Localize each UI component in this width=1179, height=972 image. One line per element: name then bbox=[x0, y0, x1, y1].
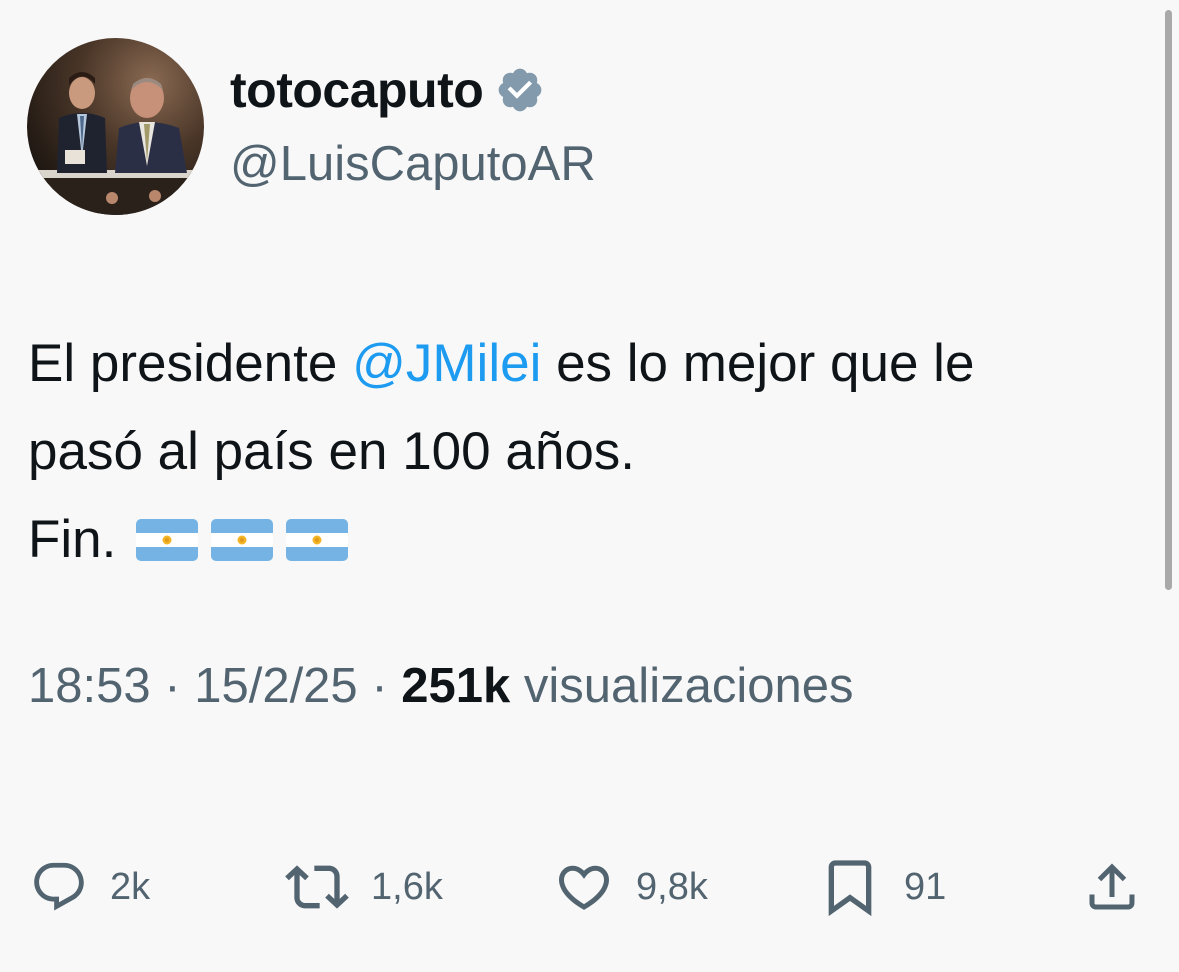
tweet-time[interactable]: 18:53 bbox=[28, 659, 151, 713]
tweet-meta: 18:53 · 15/2/25 · 251k visualizaciones bbox=[28, 658, 853, 714]
avatar[interactable] bbox=[27, 38, 204, 215]
argentina-flag-icon bbox=[286, 519, 349, 561]
reply-button[interactable]: 2k bbox=[30, 855, 150, 919]
share-button[interactable] bbox=[1082, 855, 1142, 919]
tweet-detail-view: totocaputo @LuisCaputoAR El presidente @… bbox=[0, 0, 1179, 972]
argentina-flag-icon bbox=[211, 519, 274, 561]
bookmark-button[interactable]: 91 bbox=[818, 855, 946, 919]
scrollbar[interactable] bbox=[1165, 10, 1172, 590]
retweet-icon bbox=[285, 865, 349, 909]
avatar-photo bbox=[27, 38, 204, 215]
tweet-text-part: es lo mejor que le bbox=[541, 334, 975, 393]
views-count: 251k bbox=[401, 659, 511, 713]
tweet-text-part: Fin. bbox=[28, 510, 117, 569]
argentina-flag-icon bbox=[136, 519, 199, 561]
tweet-text-line-3: Fin. bbox=[28, 496, 1148, 584]
author-name-row[interactable]: totocaputo bbox=[230, 60, 545, 120]
tweet-text-line-2: pasó al país en 100 años. bbox=[28, 422, 636, 481]
bookmark-icon bbox=[828, 860, 872, 917]
verified-check-icon[interactable] bbox=[495, 65, 545, 115]
tweet-text-line-1: El presidente @JMilei es lo mejor que le bbox=[28, 320, 1148, 408]
author-handle[interactable]: @LuisCaputoAR bbox=[230, 136, 596, 192]
meta-separator: · bbox=[371, 659, 388, 713]
tweet-action-bar: 2k 1,6k 9,8k 91 bbox=[0, 855, 1179, 919]
views-label: visualizaciones bbox=[523, 659, 854, 713]
mention-link[interactable]: @JMilei bbox=[352, 334, 541, 393]
share-upload-icon bbox=[1089, 863, 1135, 910]
tweet-text-part: El presidente bbox=[28, 334, 353, 393]
emoji-group bbox=[136, 510, 349, 569]
author-display-name[interactable]: totocaputo bbox=[230, 61, 484, 119]
reply-count: 2k bbox=[110, 865, 151, 908]
tweet-date[interactable]: 15/2/25 bbox=[194, 659, 358, 713]
like-count: 9,8k bbox=[636, 865, 708, 908]
meta-separator: · bbox=[164, 659, 181, 713]
retweet-count: 1,6k bbox=[371, 865, 443, 908]
reply-bubble-icon bbox=[34, 862, 84, 911]
tweet-text: El presidente @JMilei es lo mejor que le… bbox=[28, 320, 1148, 584]
bookmark-count: 91 bbox=[904, 865, 947, 908]
retweet-button[interactable]: 1,6k bbox=[285, 855, 443, 919]
like-button[interactable]: 9,8k bbox=[554, 855, 708, 919]
heart-icon bbox=[558, 865, 610, 910]
